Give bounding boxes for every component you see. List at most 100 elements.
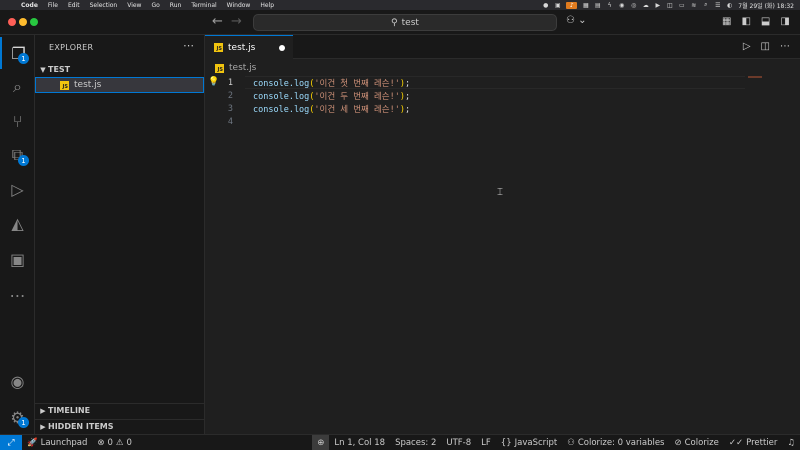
end-of-line[interactable]: LF — [476, 435, 496, 450]
unsaved-dot-icon[interactable] — [279, 45, 285, 51]
run-debug-icon[interactable]: ▷ — [0, 173, 35, 205]
toggle-sidebar-icon[interactable]: ◧ — [741, 16, 750, 27]
run-file-icon[interactable]: ▷ — [743, 41, 751, 52]
menu-file[interactable]: File — [43, 2, 63, 9]
settings-gear-icon[interactable]: ⚙ 1 — [0, 401, 35, 433]
macos-menubar: Code File Edit Selection View Go Run Ter… — [0, 0, 800, 10]
no-entry-icon: ⊘ — [674, 437, 682, 448]
menu-window[interactable]: Window — [222, 2, 256, 9]
tab-test-js[interactable]: JS test.js — [205, 35, 293, 59]
folder-root[interactable]: ▼ TEST — [35, 63, 204, 76]
toggle-panel-icon[interactable]: ⬓ — [761, 16, 770, 27]
close-window-button[interactable] — [8, 18, 16, 26]
code-line[interactable]: 2 console.log('이건 두 번째 레슨!'); — [205, 89, 800, 102]
command-center-search[interactable]: ⚲ test — [253, 14, 557, 31]
menu-selection[interactable]: Selection — [85, 2, 123, 9]
warning-icon: ⚠ — [115, 437, 124, 448]
tray-play-icon[interactable]: ▶ — [654, 2, 661, 9]
error-count: 0 — [107, 437, 113, 448]
tab-bar: JS test.js ▷ ◫ ⋯ — [205, 35, 800, 59]
search-view-icon[interactable]: ⌕ — [0, 71, 35, 103]
forward-arrow-icon[interactable]: → — [231, 14, 242, 29]
menu-terminal[interactable]: Terminal — [186, 2, 221, 9]
tray-grid-icon[interactable]: ▦ — [582, 2, 589, 9]
tray-battery-icon[interactable]: ▭ — [678, 2, 685, 9]
code-function: console.log — [253, 78, 310, 89]
cursor-position[interactable]: Ln 1, Col 18 — [329, 435, 390, 450]
tray-cloud-icon[interactable]: ☁ — [642, 2, 649, 9]
breadcrumb-file[interactable]: test.js — [229, 63, 256, 73]
menu-view[interactable]: View — [122, 2, 146, 9]
titlebar: ← → ⚲ test ⚇ ⌄ ▦ ◧ ⬓ ◨ — [0, 10, 800, 35]
timeline-label: TIMELINE — [48, 406, 91, 415]
code-editor[interactable]: 💡 1 console.log('이건 첫 번째 레슨!'); 2 consol… — [205, 76, 800, 128]
timeline-section[interactable]: ▶ TIMELINE — [35, 403, 204, 417]
code-line[interactable]: 3 console.log('이건 세 번째 레슨!'); — [205, 102, 800, 115]
copilot-icon[interactable]: ⚇ ⌄ — [566, 15, 587, 26]
indentation[interactable]: Spaces: 2 — [390, 435, 441, 450]
wifi-icon[interactable]: ≋ — [690, 2, 697, 9]
file-item-test-js[interactable]: JS test.js — [35, 77, 204, 93]
back-arrow-icon[interactable]: ← — [212, 14, 223, 29]
code-string: '이건 첫 번째 레슨!' — [314, 78, 400, 89]
launchpad-button[interactable]: 🚀 Launchpad — [22, 435, 92, 450]
chevron-down-icon: ▼ — [40, 65, 46, 74]
siri-icon[interactable]: ◐ — [726, 2, 733, 9]
folder-name: TEST — [48, 65, 71, 74]
breadcrumb[interactable]: JS test.js — [215, 63, 256, 73]
code-line[interactable]: 4 — [205, 115, 800, 128]
tray-bolt-icon[interactable]: ϟ — [606, 2, 613, 9]
explorer-icon[interactable]: ❐ 1 — [0, 37, 35, 69]
code-line[interactable]: 💡 1 console.log('이건 첫 번째 레슨!'); — [205, 76, 800, 89]
containers-icon[interactable]: ▣ — [0, 243, 35, 275]
tray-doc-icon[interactable]: ▤ — [594, 2, 601, 9]
file-name: test.js — [74, 80, 102, 90]
menubar-clock[interactable]: 7월 29일 (화) 18:32 — [738, 1, 794, 10]
code-function: console.log — [253, 104, 310, 115]
source-control-icon[interactable]: ⑂ — [0, 105, 35, 137]
js-file-icon: JS — [215, 63, 224, 73]
menu-go[interactable]: Go — [146, 2, 164, 9]
menu-edit[interactable]: Edit — [63, 2, 85, 9]
problems-indicator[interactable]: ⊗ 0 ⚠ 0 — [92, 435, 137, 450]
control-center-icon[interactable]: ☰ — [714, 2, 721, 9]
error-icon: ⊗ — [97, 437, 105, 448]
encoding[interactable]: UTF-8 — [441, 435, 476, 450]
tray-app-icon[interactable]: ◉ — [618, 2, 625, 9]
notifications-bell-icon[interactable]: ♫ — [782, 435, 800, 450]
menu-app-name[interactable]: Code — [16, 2, 43, 9]
warning-count: 0 — [126, 437, 132, 448]
minimap[interactable] — [748, 76, 762, 78]
toggle-secondary-sidebar-icon[interactable]: ◨ — [780, 16, 789, 27]
more-actions-icon[interactable]: ⋯ — [183, 39, 194, 52]
tray-record-icon[interactable]: ● — [542, 2, 549, 9]
spotlight-icon[interactable]: ⌕ — [702, 1, 709, 9]
remote-indicator-icon[interactable]: ⤢ — [0, 434, 22, 450]
extensions-icon[interactable]: ⧉ 1 — [0, 139, 35, 171]
minimize-window-button[interactable] — [19, 18, 27, 26]
menu-help[interactable]: Help — [255, 2, 279, 9]
colorize-variables[interactable]: ⚇ Colorize: 0 variables — [562, 435, 669, 450]
js-file-icon: JS — [60, 80, 69, 90]
account-icon[interactable]: ◉ — [0, 365, 35, 397]
language-mode[interactable]: {} JavaScript — [496, 435, 562, 450]
code-function: console.log — [253, 91, 310, 102]
more-views-icon[interactable]: ⋯ — [0, 279, 35, 311]
tray-mic-icon[interactable]: ♪ — [566, 1, 578, 9]
remote-explorer-icon[interactable]: ◭ — [0, 207, 35, 239]
hidden-items-section[interactable]: ▶ HIDDEN ITEMS — [35, 419, 204, 433]
tray-globe-icon[interactable]: ◎ — [630, 2, 637, 9]
split-editor-icon[interactable]: ◫ — [761, 41, 770, 52]
tray-mirror-icon[interactable]: ◫ — [666, 2, 673, 9]
prettier-button[interactable]: ✓✓ Prettier — [724, 435, 783, 450]
tray-screen-icon[interactable]: ▣ — [554, 2, 561, 9]
lightbulb-icon[interactable]: 💡 — [208, 77, 219, 87]
status-bar: ⤢ 🚀 Launchpad ⊗ 0 ⚠ 0 ⊕ Ln 1, Col 18 Spa… — [0, 434, 800, 450]
zoom-icon[interactable]: ⊕ — [312, 434, 330, 450]
menu-run[interactable]: Run — [165, 2, 187, 9]
customize-layout-icon[interactable]: ▦ — [722, 16, 731, 27]
zoom-window-button[interactable] — [30, 18, 38, 26]
editor-more-icon[interactable]: ⋯ — [780, 41, 790, 52]
js-file-icon: JS — [214, 43, 223, 52]
colorize-button[interactable]: ⊘ Colorize — [669, 435, 723, 450]
